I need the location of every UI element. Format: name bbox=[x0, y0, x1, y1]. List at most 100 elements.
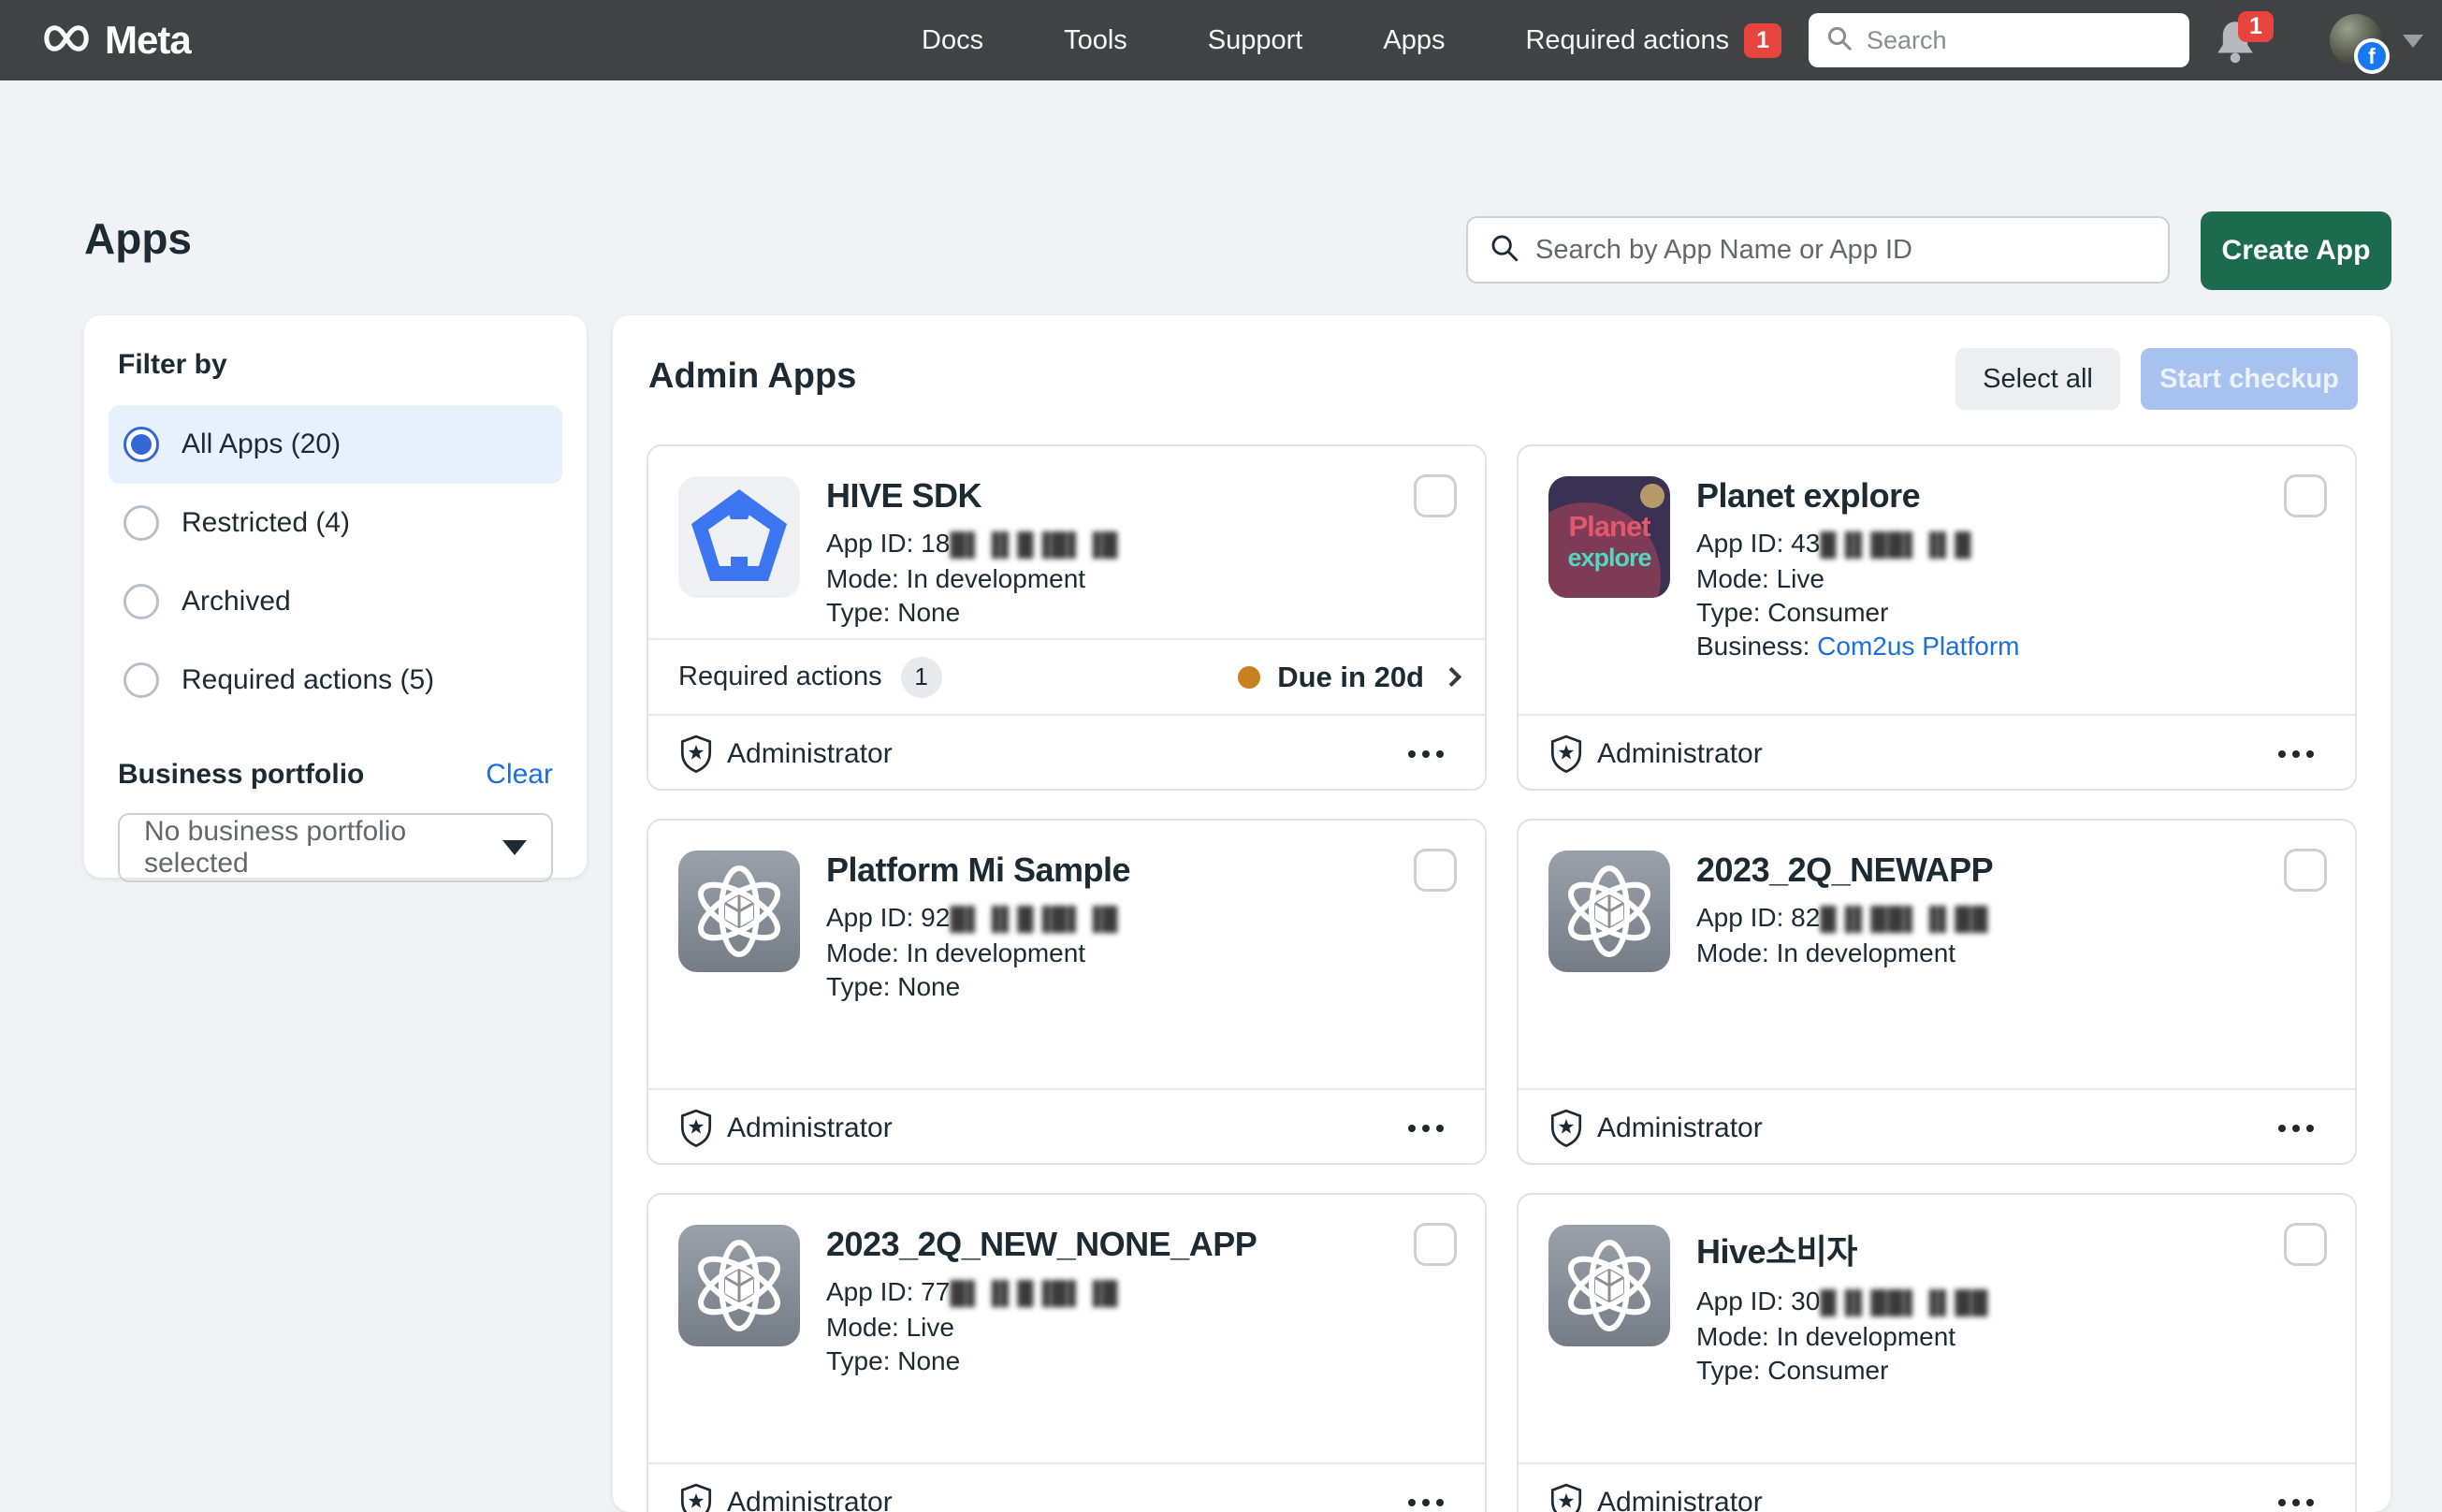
default-app-icon bbox=[1548, 850, 1670, 972]
business-portfolio-label: Business portfolio bbox=[118, 759, 364, 791]
required-actions-badge: 1 bbox=[1744, 23, 1781, 58]
redacted-app-id: █▌▐▌█▐█▌▐█ bbox=[950, 532, 1118, 558]
select-all-button[interactable]: Select all bbox=[1955, 348, 2120, 410]
app-id: App ID: 82█▐▌██▌▐▌██ bbox=[1696, 901, 1993, 937]
app-mode: Mode: In development bbox=[826, 937, 1130, 970]
chevron-down-icon[interactable] bbox=[2403, 35, 2423, 48]
app-card-planet-explore: Planetexplore Planet explore App ID: 43█… bbox=[1517, 444, 2357, 791]
caret-down-icon bbox=[502, 840, 527, 855]
redacted-app-id: █▌▐▌█▐█▌▐█ bbox=[950, 1281, 1118, 1306]
brand-name: Meta bbox=[105, 18, 191, 63]
role-label: Administrator bbox=[678, 1109, 893, 1148]
app-business: Business: Com2us Platform bbox=[1696, 630, 2019, 663]
app-name: Platform Mi Sample bbox=[826, 850, 1130, 890]
admin-shield-icon bbox=[1548, 1483, 1584, 1512]
nav-item-apps[interactable]: Apps bbox=[1383, 25, 1445, 56]
page-title: Apps bbox=[84, 213, 192, 264]
role-label: Administrator bbox=[1548, 1483, 1763, 1512]
role-label: Administrator bbox=[1548, 734, 1763, 774]
create-app-button[interactable]: Create App bbox=[2201, 211, 2391, 290]
app-type: Type: None bbox=[826, 596, 1118, 630]
nav-item-docs[interactable]: Docs bbox=[922, 25, 983, 56]
app-name: 2023_2Q_NEWAPP bbox=[1696, 850, 1993, 890]
redacted-app-id: █▌▐▌█▐█▌▐█ bbox=[950, 907, 1118, 932]
more-options-button[interactable] bbox=[2269, 1115, 2323, 1141]
filter-option-archived[interactable]: Archived bbox=[109, 562, 562, 641]
radio-icon bbox=[124, 584, 159, 619]
app-card-2023-2q-newapp: 2023_2Q_NEWAPP App ID: 82█▐▌██▌▐▌██ Mode… bbox=[1517, 819, 2357, 1165]
role-label: Administrator bbox=[678, 734, 893, 774]
app-select-checkbox[interactable] bbox=[2284, 849, 2327, 892]
admin-shield-icon bbox=[678, 734, 714, 774]
search-icon bbox=[1489, 232, 1520, 269]
more-options-button[interactable] bbox=[1399, 1490, 1453, 1512]
admin-shield-icon bbox=[678, 1109, 714, 1148]
filter-title: Filter by bbox=[118, 349, 553, 381]
due-link[interactable]: Due in 20d bbox=[1238, 661, 1459, 694]
admin-apps-panel: Admin Apps Select all Start checkup bbox=[613, 315, 2391, 1512]
chevron-right-icon bbox=[1442, 667, 1461, 687]
app-name: 2023_2Q_NEW_NONE_APP bbox=[826, 1225, 1257, 1264]
app-mode: Mode: In development bbox=[1696, 937, 1993, 970]
business-portfolio-dropdown[interactable]: No business portfolio selected bbox=[118, 813, 553, 882]
admin-shield-icon bbox=[678, 1483, 714, 1512]
section-title: Admin Apps bbox=[648, 356, 856, 397]
radio-icon bbox=[124, 662, 159, 698]
meta-logo[interactable]: Meta bbox=[37, 0, 191, 80]
app-select-checkbox[interactable] bbox=[1414, 474, 1457, 517]
radio-icon bbox=[124, 505, 159, 541]
more-options-button[interactable] bbox=[2269, 741, 2323, 767]
apps-dashboard-page: Meta Docs Tools Support Apps Required ac… bbox=[0, 0, 2442, 1512]
due-status-dot-icon bbox=[1238, 666, 1260, 689]
nav-item-required-actions[interactable]: Required actions 1 bbox=[1525, 23, 1781, 58]
app-mode: Mode: Live bbox=[1696, 562, 2019, 596]
app-type: Type: Consumer bbox=[1696, 596, 2019, 630]
nav-item-support[interactable]: Support bbox=[1208, 25, 1303, 56]
search-icon bbox=[1825, 24, 1853, 57]
filter-option-all-apps[interactable]: All Apps (20) bbox=[109, 405, 562, 484]
required-actions-count: 1 bbox=[901, 657, 942, 698]
nav-links: Docs Tools Support Apps Required actions… bbox=[922, 0, 1781, 80]
app-select-checkbox[interactable] bbox=[1414, 849, 1457, 892]
redacted-app-id: █▐▌██▌▐▌██ bbox=[1820, 1290, 1988, 1316]
business-link[interactable]: Com2us Platform bbox=[1817, 632, 2019, 661]
app-card-platform-mi-sample: Platform Mi Sample App ID: 92█▌▐▌█▐█▌▐█ … bbox=[647, 819, 1487, 1165]
app-search bbox=[1466, 216, 2170, 284]
nav-search-input[interactable] bbox=[1867, 26, 2173, 55]
app-search-input[interactable] bbox=[1535, 235, 2147, 266]
notifications-button[interactable]: 1 bbox=[2214, 17, 2270, 71]
app-name: Hive소비자 bbox=[1696, 1225, 1988, 1273]
required-actions-label: Required actions 1 bbox=[678, 657, 942, 698]
nav-item-tools[interactable]: Tools bbox=[1064, 25, 1127, 56]
more-options-button[interactable] bbox=[2269, 1490, 2323, 1512]
admin-shield-icon bbox=[1548, 1109, 1584, 1148]
planet-explore-app-icon: Planetexplore bbox=[1548, 476, 1670, 598]
app-id: App ID: 18█▌▐▌█▐█▌▐█ bbox=[826, 527, 1118, 562]
app-id: App ID: 30█▐▌██▌▐▌██ bbox=[1696, 1285, 1988, 1320]
profile-menu[interactable]: f bbox=[2330, 14, 2382, 66]
more-options-button[interactable] bbox=[1399, 741, 1453, 767]
app-mode: Mode: In development bbox=[1696, 1320, 1988, 1354]
app-mode: Mode: Live bbox=[826, 1311, 1257, 1345]
app-card-hive-consumer: Hive소비자 App ID: 30█▐▌██▌▐▌██ Mode: In de… bbox=[1517, 1193, 2357, 1512]
app-name: HIVE SDK bbox=[826, 476, 1118, 516]
filter-option-required-actions[interactable]: Required actions (5) bbox=[109, 641, 562, 720]
role-label: Administrator bbox=[678, 1483, 893, 1512]
clear-portfolio-link[interactable]: Clear bbox=[486, 759, 553, 791]
start-checkup-button[interactable]: Start checkup bbox=[2141, 348, 2358, 410]
default-app-icon bbox=[678, 850, 800, 972]
facebook-badge-icon: f bbox=[2354, 38, 2390, 74]
default-app-icon bbox=[1548, 1225, 1670, 1346]
meta-infinity-icon bbox=[37, 22, 95, 59]
app-select-checkbox[interactable] bbox=[1414, 1223, 1457, 1266]
app-select-checkbox[interactable] bbox=[2284, 1223, 2327, 1266]
filter-panel: Filter by All Apps (20) Restricted (4) A… bbox=[84, 315, 587, 878]
filter-option-restricted[interactable]: Restricted (4) bbox=[109, 484, 562, 562]
nav-search bbox=[1809, 13, 2189, 67]
app-select-checkbox[interactable] bbox=[2284, 474, 2327, 517]
app-type: Type: None bbox=[826, 1345, 1257, 1378]
app-id: App ID: 43█▐▌██▌▐▌█ bbox=[1696, 527, 2019, 562]
bell-icon bbox=[2214, 51, 2257, 67]
more-options-button[interactable] bbox=[1399, 1115, 1453, 1141]
app-mode: Mode: In development bbox=[826, 562, 1118, 596]
